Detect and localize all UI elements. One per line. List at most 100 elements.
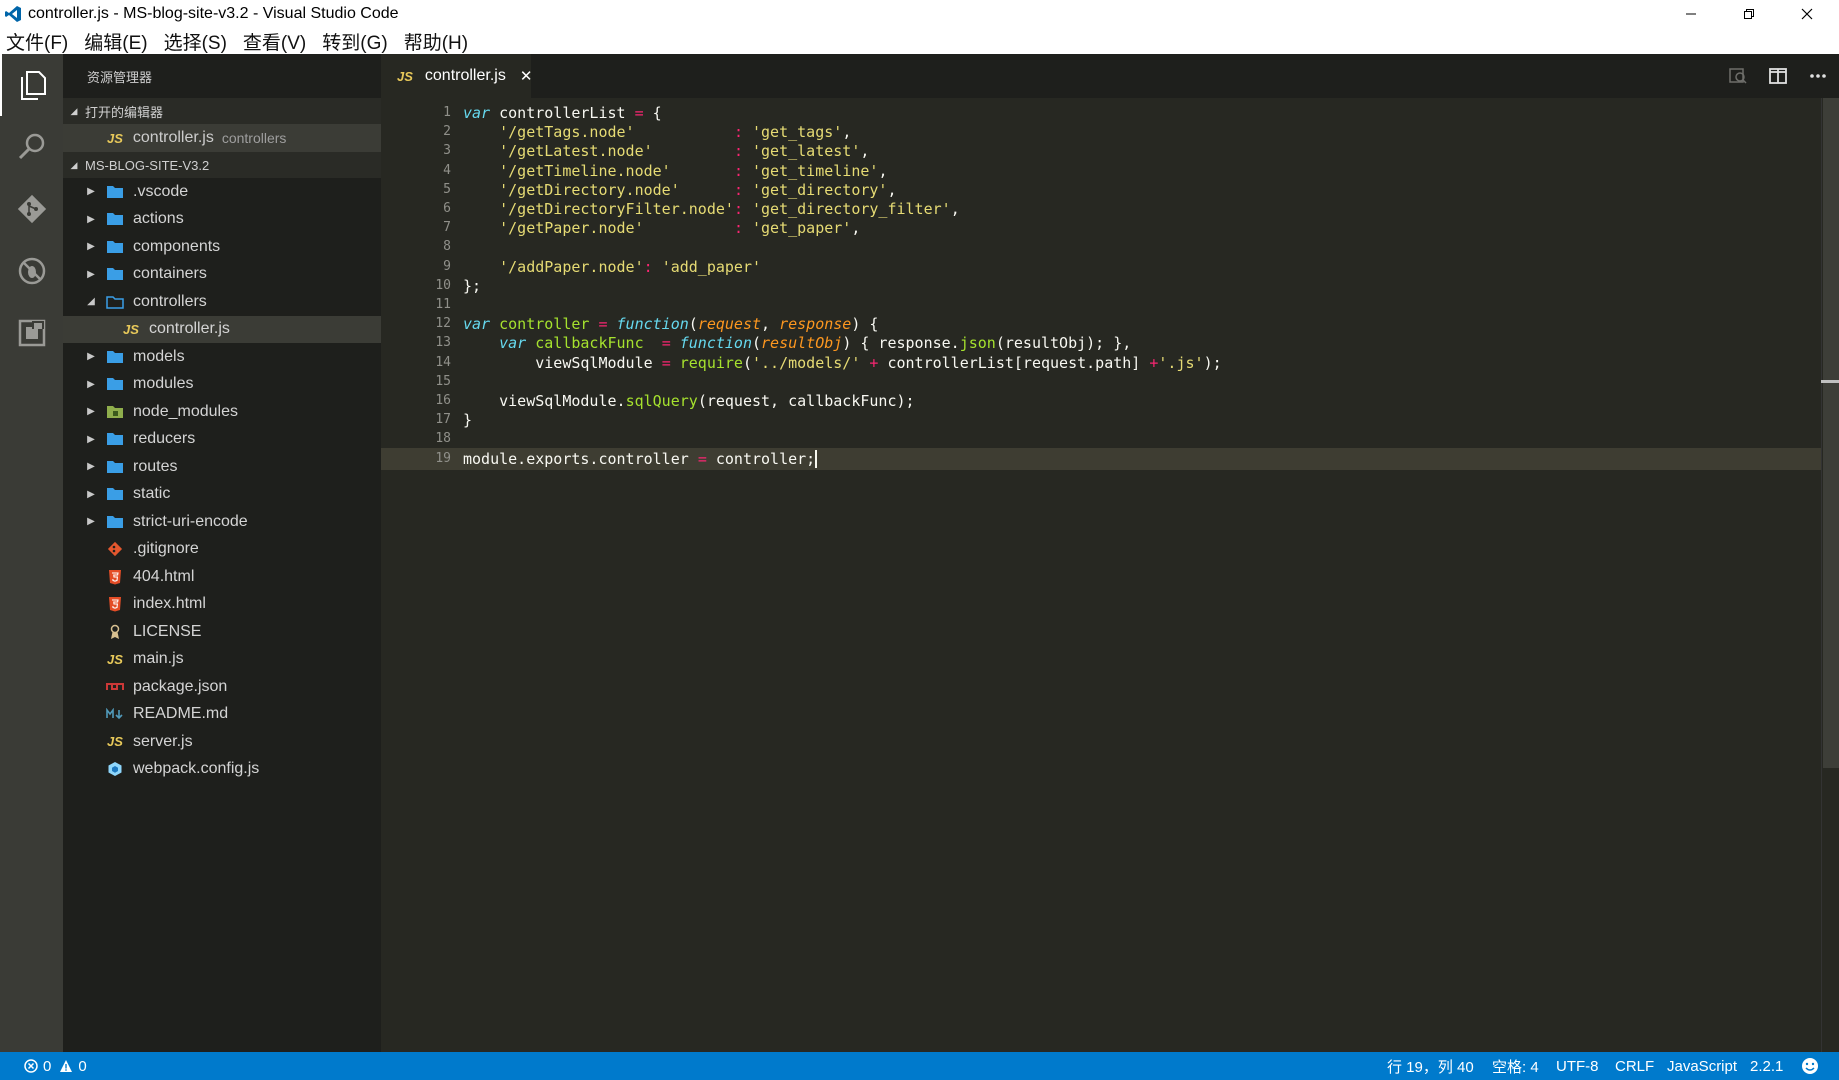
code-token: : <box>733 180 743 199</box>
chevron-right-icon[interactable]: ▶ <box>85 351 97 362</box>
open-editor-item[interactable]: JS controller.js controllers <box>63 124 381 152</box>
chevron-right-icon[interactable]: ▶ <box>85 489 97 500</box>
code-line[interactable]: } <box>463 409 472 431</box>
explorer-header: 资源管理器 <box>87 69 153 85</box>
folder-icon <box>105 239 125 255</box>
tree-item[interactable]: README.md <box>63 701 381 728</box>
encoding[interactable]: UTF-8 <box>1556 1052 1599 1080</box>
chevron-right-icon[interactable]: ▶ <box>85 434 97 445</box>
typescript-version[interactable]: 2.2.1 <box>1750 1052 1783 1080</box>
tree-item[interactable]: ▶ node_modules <box>63 398 381 425</box>
tree-item[interactable]: JS controller.js <box>63 315 381 343</box>
tree-item-label: server.js <box>133 732 193 750</box>
tree-item[interactable]: webpack.config.js <box>63 756 381 783</box>
scrollbar-thumb[interactable] <box>1823 98 1839 768</box>
menu-go[interactable]: 转到(G) <box>322 28 387 55</box>
code-line[interactable]: '/addPaper.node': 'add_paper' <box>463 256 761 278</box>
tree-item[interactable]: .gitignore <box>63 536 381 563</box>
code-token: (request, callbackFunc); <box>697 392 915 410</box>
feedback-smiley-icon[interactable] <box>1801 1052 1819 1080</box>
code-token: var <box>463 315 491 334</box>
tree-item[interactable]: ▶ strict-uri-encode <box>63 508 381 535</box>
chevron-right-icon[interactable]: ▶ <box>85 186 97 197</box>
project-section[interactable]: ◢ MS-BLOG-SITE-V3.2 <box>63 152 381 178</box>
js-file-icon: JS <box>107 734 123 749</box>
tree-item[interactable]: ◢ controllers <box>63 288 381 315</box>
restore-button[interactable] <box>1720 0 1778 28</box>
menu-file[interactable]: 文件(F) <box>6 28 68 55</box>
line-number: 19 <box>435 450 451 466</box>
chevron-right-icon[interactable]: ▶ <box>85 214 97 225</box>
code-token: '/addPaper.node' <box>499 257 644 276</box>
tree-item-label: modules <box>133 375 194 392</box>
title-bar: controller.js - MS-blog-site-v3.2 - Visu… <box>0 0 1839 28</box>
code-line[interactable]: }; <box>463 275 481 297</box>
extensions-icon[interactable] <box>0 302 63 364</box>
code-token: = <box>661 334 671 353</box>
line-ending[interactable]: CRLF <box>1615 1052 1654 1080</box>
code-line[interactable]: viewSqlModule = require('../models/' + c… <box>463 352 1221 374</box>
menu-edit[interactable]: 编辑(E) <box>84 28 147 55</box>
tree-item[interactable]: ▶ actions <box>63 206 381 233</box>
js-file-icon: JS <box>107 651 123 667</box>
language-mode[interactable]: JavaScript <box>1667 1052 1737 1080</box>
tree-item[interactable]: ▶ models <box>63 343 381 370</box>
chevron-right-icon[interactable]: ▶ <box>85 406 97 417</box>
warning-count: 0 <box>78 1057 87 1075</box>
debug-icon[interactable] <box>0 240 63 302</box>
folder-icon <box>105 349 125 365</box>
tree-item[interactable]: JS main.js <box>63 646 381 673</box>
tree-item[interactable]: LICENSE <box>63 618 381 645</box>
tree-item[interactable]: JS server.js <box>63 728 381 755</box>
explorer-icon[interactable] <box>0 54 63 116</box>
tree-item-label: actions <box>133 210 184 227</box>
code-token: }; <box>463 276 482 295</box>
chevron-right-icon[interactable]: ▶ <box>85 379 97 390</box>
minimize-button[interactable] <box>1662 0 1720 28</box>
tree-item[interactable]: ▶ .vscode <box>63 178 381 205</box>
menu-view[interactable]: 查看(V) <box>243 28 306 55</box>
split-editor-icon[interactable] <box>1765 64 1791 88</box>
code-editor[interactable]: 1 2 3 4 5 6 7 8 9 10 11 12 13 14 15 16 17 18 19 var contro… <box>381 98 1839 1052</box>
open-editors-section[interactable]: ◢ 打开的编辑器 <box>63 98 381 124</box>
tree-item[interactable]: 404.html <box>63 563 381 590</box>
chevron-down-icon[interactable]: ◢ <box>85 296 97 307</box>
tree-item[interactable]: ▶ reducers <box>63 426 381 453</box>
open-changes-icon[interactable] <box>1725 64 1751 88</box>
search-icon[interactable] <box>0 116 63 178</box>
open-editor-name: controller.js <box>132 129 214 146</box>
menu-selection[interactable]: 选择(S) <box>164 28 227 55</box>
code-line[interactable]: '/getPaper.node' : 'get_paper', <box>463 217 860 239</box>
close-window-button[interactable] <box>1778 0 1836 28</box>
tree-item[interactable]: ▶ modules <box>63 371 381 398</box>
close-tab-icon[interactable]: ✕ <box>520 67 533 85</box>
tree-item[interactable]: ▶ static <box>63 481 381 508</box>
tab-controller-js[interactable]: JS controller.js ✕ <box>381 54 533 98</box>
tree-item[interactable]: ▶ components <box>63 233 381 260</box>
tree-item[interactable]: ▶ containers <box>63 261 381 288</box>
more-actions-icon[interactable] <box>1805 64 1831 88</box>
folder-icon <box>105 211 125 227</box>
problems-indicator[interactable]: 0 0 <box>24 1052 87 1080</box>
source-control-icon[interactable] <box>0 178 63 240</box>
chevron-right-icon[interactable]: ▶ <box>85 269 97 280</box>
code-token: , <box>887 180 897 199</box>
code-line[interactable]: module.exports.controller = controller; <box>463 448 818 470</box>
code-line[interactable]: viewSqlModule.sqlQuery(request, callback… <box>463 390 915 412</box>
tree-item[interactable]: index.html <box>63 591 381 618</box>
chevron-right-icon[interactable]: ▶ <box>85 241 97 252</box>
text-cursor <box>815 450 818 469</box>
code-token: '/getDirectory.node' <box>499 180 680 199</box>
cursor-position[interactable]: 行 19，列 40 <box>1387 1052 1474 1080</box>
menu-help[interactable]: 帮助(H) <box>404 28 468 55</box>
chevron-right-icon[interactable]: ▶ <box>85 461 97 472</box>
tree-item[interactable]: package.json <box>63 673 381 700</box>
indentation[interactable]: 空格: 4 <box>1492 1052 1539 1080</box>
tree-item[interactable]: ▶ routes <box>63 453 381 480</box>
code-token: '../models/' <box>752 353 861 372</box>
chevron-right-icon[interactable]: ▶ <box>85 516 97 527</box>
